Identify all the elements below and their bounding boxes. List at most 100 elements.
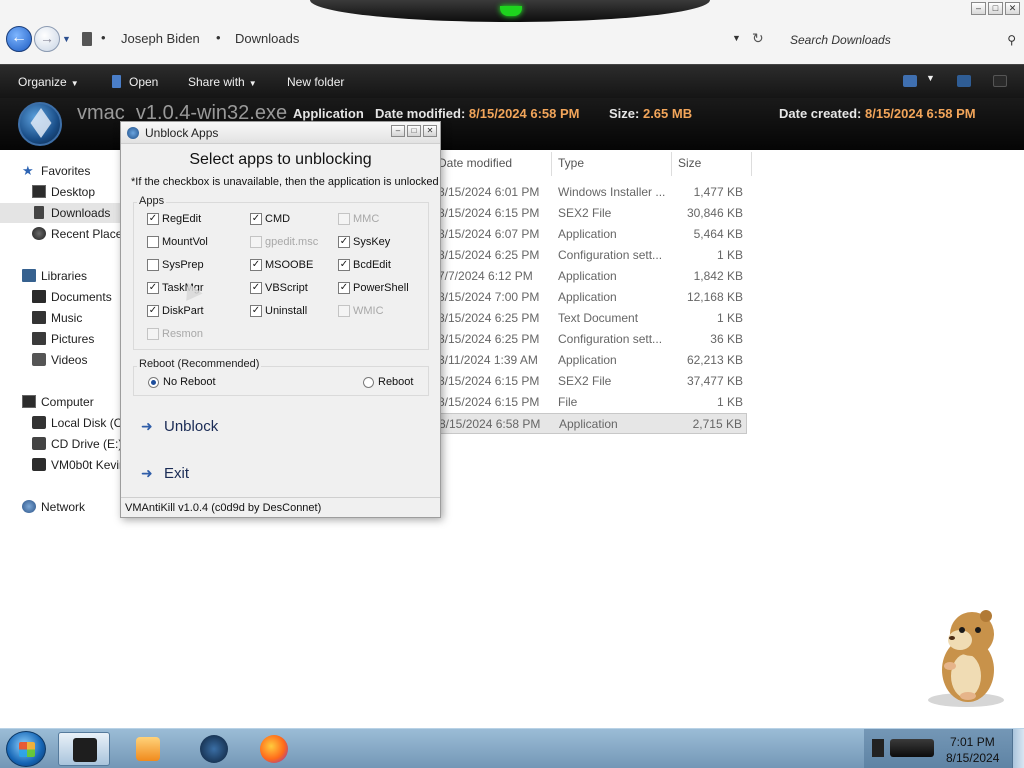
refresh-icon[interactable]: ↻ bbox=[752, 30, 764, 47]
table-row[interactable]: 8/15/2024 6:01 PM Windows Installer ... 1,… bbox=[438, 182, 747, 203]
checkbox-label: RegEdit bbox=[162, 213, 202, 225]
sidebar-item-downloads[interactable]: Downloads bbox=[0, 203, 122, 223]
file-size: 2,715 KB bbox=[692, 417, 742, 431]
dialog-maximize-button[interactable]: □ bbox=[407, 125, 421, 137]
sidebar-item-recent-places[interactable]: Recent Places bbox=[0, 224, 122, 244]
table-row[interactable]: 3/11/2024 1:39 AM Application 62,213 KB bbox=[438, 350, 747, 371]
recent-pages-dropdown-icon[interactable]: ▼ bbox=[62, 34, 71, 44]
sidebar-item-cd-drive[interactable]: CD Drive (E:) bbox=[0, 434, 122, 454]
preview-pane-icon[interactable] bbox=[957, 75, 971, 87]
table-row[interactable]: 8/15/2024 6:25 PM Configuration sett... 1 … bbox=[438, 245, 747, 266]
cd-drive-icon bbox=[32, 437, 46, 450]
radio-label: Reboot bbox=[378, 376, 414, 388]
minimize-button[interactable]: – bbox=[971, 2, 986, 15]
column-header-type[interactable]: Type bbox=[558, 156, 584, 170]
network-icon bbox=[22, 500, 36, 513]
sidebar-item-pictures[interactable]: Pictures bbox=[0, 329, 122, 349]
checkbox-box bbox=[338, 213, 350, 225]
table-row[interactable]: 8/15/2024 7:00 PM Application 12,168 KB bbox=[438, 287, 747, 308]
date-created-field: Date created: 8/15/2024 6:58 PM bbox=[779, 106, 976, 121]
sidebar-item-label: Network bbox=[41, 500, 86, 514]
start-button[interactable] bbox=[6, 731, 46, 767]
arrow-right-icon: ➜ bbox=[141, 418, 153, 434]
table-row[interactable]: 8/15/2024 6:25 PM Configuration sett... 36… bbox=[438, 329, 747, 350]
action-center-flag-icon[interactable] bbox=[872, 739, 884, 757]
table-row[interactable]: 8/15/2024 6:15 PM SEX2 File 30,846 KB bbox=[438, 203, 747, 224]
reboot-group-label: Reboot (Recommended) bbox=[137, 358, 262, 370]
forward-button[interactable]: → bbox=[34, 26, 60, 52]
network-drive-icon bbox=[32, 458, 46, 471]
videos-icon bbox=[32, 353, 46, 366]
table-row-selected[interactable]: 8/15/2024 6:58 PM Application 2,715 KB bbox=[439, 413, 747, 434]
file-date: 8/15/2024 6:25 PM bbox=[438, 311, 540, 325]
search-icon[interactable]: ⚲ bbox=[1007, 33, 1016, 47]
sidebar-item-favorites[interactable]: ★ Favorites bbox=[0, 161, 122, 181]
share-with-button[interactable]: Share with ▼ bbox=[188, 75, 257, 89]
sidebar-item-network[interactable]: Network bbox=[0, 497, 122, 517]
column-header-size[interactable]: Size bbox=[678, 156, 701, 170]
address-dropdown-icon[interactable]: ▼ bbox=[732, 33, 741, 43]
sidebar-item-local-disk[interactable]: Local Disk (C:) bbox=[0, 413, 122, 433]
table-row[interactable]: 7/7/2024 6:12 PM Application 1,842 KB bbox=[438, 266, 747, 287]
radio-dot bbox=[363, 377, 374, 388]
desktop-icon bbox=[32, 185, 46, 198]
hamster-mascot-icon bbox=[928, 610, 1004, 707]
date-modified-field: Date modified: 8/15/2024 6:58 PM bbox=[375, 106, 580, 121]
clock-time[interactable]: 7:01 PM bbox=[950, 735, 995, 749]
clock-date[interactable]: 8/15/2024 bbox=[946, 751, 999, 765]
sidebar-item-label: Documents bbox=[51, 290, 112, 304]
column-header-date-modified[interactable]: Date modified bbox=[438, 156, 512, 170]
sidebar-item-videos[interactable]: Videos bbox=[0, 350, 122, 370]
dialog-close-button[interactable]: ✕ bbox=[423, 125, 437, 137]
taskbar-explorer-button[interactable] bbox=[58, 732, 110, 766]
checkbox-label: VBScript bbox=[265, 282, 308, 294]
file-date: 8/15/2024 6:01 PM bbox=[438, 185, 540, 199]
close-button[interactable]: ✕ bbox=[1005, 2, 1020, 15]
sidebar-item-desktop[interactable]: Desktop bbox=[0, 182, 122, 202]
open-icon bbox=[112, 75, 121, 88]
back-button[interactable]: ← bbox=[6, 26, 32, 52]
change-view-icon[interactable] bbox=[903, 75, 917, 87]
show-desktop-button[interactable] bbox=[1012, 729, 1024, 768]
breadcrumb-joseph-biden[interactable]: Joseph Biden bbox=[121, 31, 200, 46]
sidebar-item-libraries[interactable]: Libraries bbox=[0, 266, 122, 286]
sidebar-item-music[interactable]: Music bbox=[0, 308, 122, 328]
taskbar-firefox-button[interactable] bbox=[248, 732, 300, 766]
table-row[interactable]: 8/15/2024 6:15 PM SEX2 File 37,477 KB bbox=[438, 371, 747, 392]
taskbar-media-player-button[interactable] bbox=[122, 732, 174, 766]
application-file-icon bbox=[18, 102, 62, 146]
sidebar-item-vm-drive[interactable]: VM0b0t Kevin bbox=[0, 455, 122, 475]
sidebar-item-computer[interactable]: Computer bbox=[0, 392, 122, 412]
table-row[interactable]: 8/15/2024 6:25 PM Text Document 1 KB bbox=[438, 308, 747, 329]
breadcrumb-separator: • bbox=[101, 30, 106, 45]
column-divider[interactable] bbox=[671, 152, 672, 176]
maximize-button[interactable]: □ bbox=[988, 2, 1003, 15]
file-size: 12,168 KB bbox=[686, 290, 743, 304]
globe-app-icon bbox=[200, 735, 228, 763]
file-type: Windows Installer ... bbox=[558, 185, 666, 199]
sidebar-item-label: Recent Places bbox=[51, 227, 122, 241]
file-type: Text Document bbox=[558, 311, 639, 325]
open-button[interactable]: Open bbox=[112, 75, 158, 89]
file-type: Application bbox=[559, 417, 618, 431]
file-size: 1 KB bbox=[716, 311, 743, 325]
dialog-minimize-button[interactable]: – bbox=[391, 125, 405, 137]
column-divider[interactable] bbox=[551, 152, 552, 176]
tray-app-icon[interactable] bbox=[890, 739, 934, 757]
checkbox-box: ✓ bbox=[338, 259, 350, 271]
table-row[interactable]: 8/15/2024 6:07 PM Application 5,464 KB bbox=[438, 224, 747, 245]
help-icon[interactable] bbox=[993, 75, 1007, 87]
new-folder-label: New folder bbox=[287, 75, 345, 89]
organize-button[interactable]: Organize ▼ bbox=[18, 75, 79, 89]
sidebar-item-documents[interactable]: Documents bbox=[0, 287, 122, 307]
checkbox-box: ✓ bbox=[147, 213, 159, 225]
table-row[interactable]: 8/15/2024 6:15 PM File 1 KB bbox=[438, 392, 747, 413]
taskbar-app-button[interactable] bbox=[188, 732, 240, 766]
breadcrumb-downloads[interactable]: Downloads bbox=[235, 31, 299, 46]
view-options-dropdown-icon[interactable]: ▼ bbox=[926, 73, 935, 83]
dialog-title-bar[interactable]: Unblock Apps – □ ✕ bbox=[121, 122, 440, 144]
column-divider[interactable] bbox=[751, 152, 752, 176]
new-folder-button[interactable]: New folder bbox=[287, 75, 344, 89]
search-input[interactable] bbox=[782, 28, 1020, 52]
checkbox-box: ✓ bbox=[147, 305, 159, 317]
